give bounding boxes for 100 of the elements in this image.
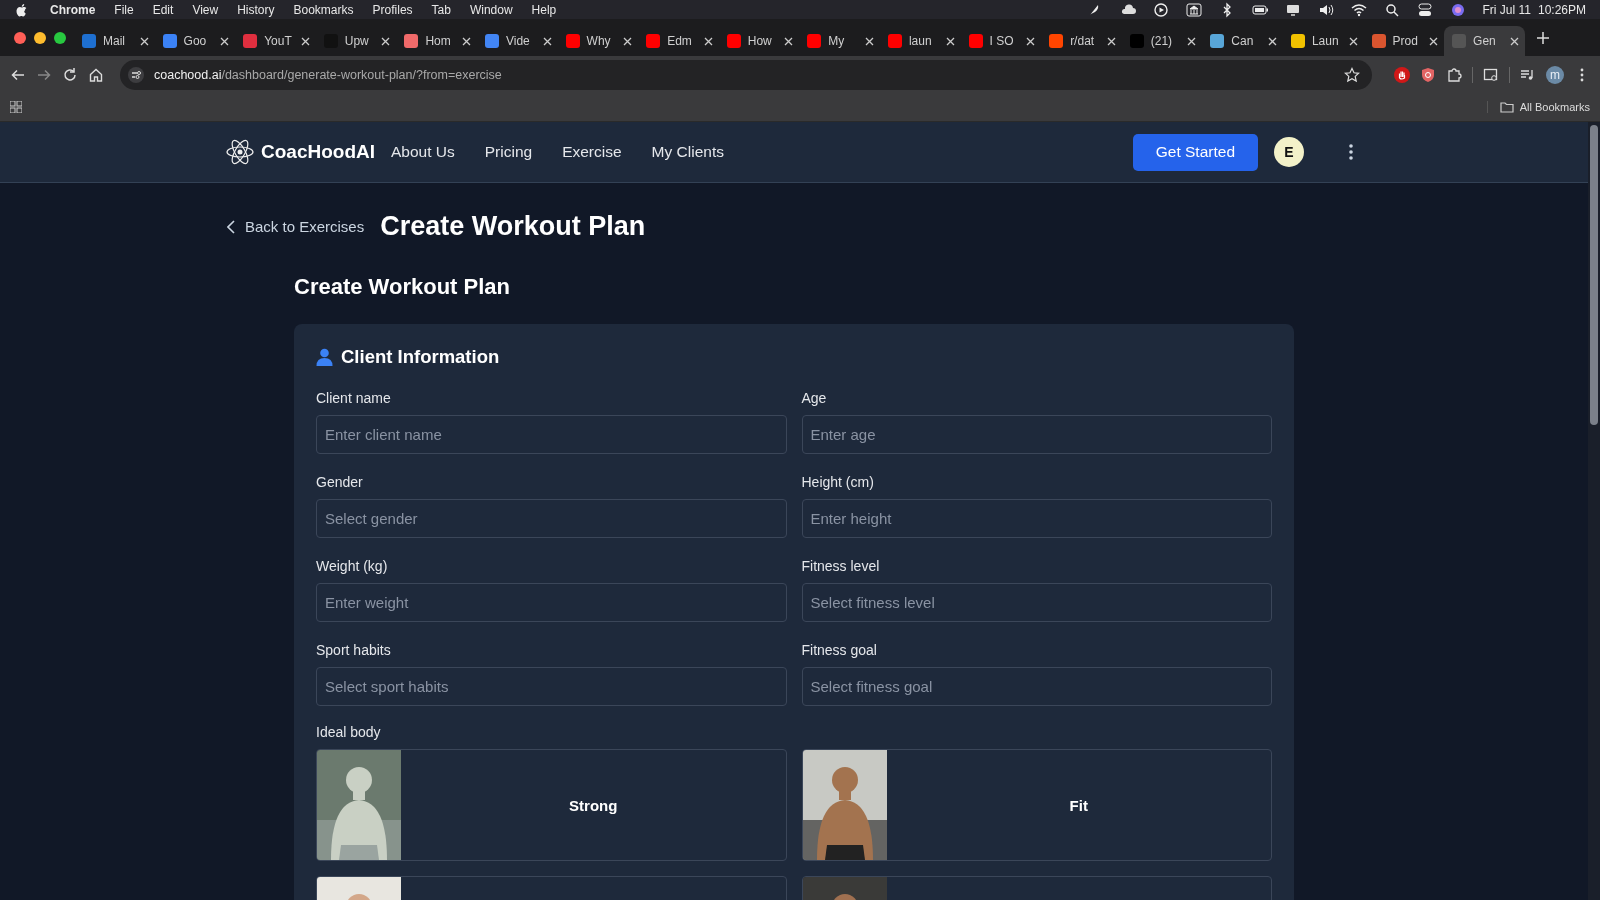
- nav-link[interactable]: Pricing: [484, 143, 533, 161]
- input-field[interactable]: Enter weight: [316, 583, 787, 622]
- browser-tab[interactable]: I SO: [960, 26, 1042, 56]
- toggle-icon[interactable]: [1416, 1, 1433, 18]
- more-icon[interactable]: [1349, 144, 1353, 160]
- input-field[interactable]: Select fitness goal: [801, 667, 1272, 706]
- brand-name[interactable]: CoacHoodAI: [261, 141, 375, 163]
- menu-bar-time[interactable]: 10:26PM: [1537, 2, 1586, 17]
- menu-item[interactable]: History: [237, 2, 275, 17]
- browser-tab[interactable]: Vide: [476, 26, 558, 56]
- nav-link[interactable]: My Clients: [651, 143, 724, 161]
- menu-item[interactable]: Bookmarks: [293, 2, 354, 17]
- option-card[interactable]: Fit: [801, 749, 1272, 861]
- close-icon[interactable]: [784, 36, 794, 46]
- close-window-button[interactable]: [14, 31, 26, 44]
- tab-search-icon[interactable]: [1483, 66, 1499, 83]
- close-icon[interactable]: [1187, 36, 1197, 46]
- close-icon[interactable]: [381, 36, 391, 46]
- user-avatar[interactable]: E: [1274, 137, 1304, 167]
- favicon-icon: [887, 34, 902, 48]
- browser-tab[interactable]: Upw: [315, 26, 397, 56]
- nav-link[interactable]: Exercise: [562, 143, 622, 161]
- input-field[interactable]: Select gender: [316, 499, 787, 538]
- close-icon[interactable]: [945, 36, 955, 46]
- play-icon[interactable]: [1152, 1, 1169, 18]
- close-icon[interactable]: [300, 36, 310, 46]
- shield-icon[interactable]: [1420, 66, 1436, 83]
- menu-item[interactable]: Window: [469, 2, 513, 17]
- scrollbar[interactable]: [1588, 122, 1600, 900]
- browser-tab[interactable]: r/dat: [1041, 26, 1122, 56]
- browser-tab[interactable]: Edm: [638, 26, 719, 56]
- close-icon[interactable]: [1429, 36, 1439, 46]
- browser-tab[interactable]: Can: [1202, 26, 1283, 56]
- input-field[interactable]: Enter client name: [316, 415, 787, 454]
- field-label: Client name: [316, 390, 392, 406]
- atom-icon[interactable]: [225, 137, 255, 167]
- input-field[interactable]: Select fitness level: [801, 583, 1272, 622]
- menu-item[interactable]: Edit: [152, 2, 174, 17]
- reload-icon[interactable]: [62, 66, 78, 83]
- menu-item[interactable]: View: [192, 2, 219, 17]
- input-field[interactable]: Enter height: [801, 499, 1272, 538]
- app-menu[interactable]: Chrome: [50, 2, 96, 17]
- browser-tab[interactable]: Mail: [74, 26, 155, 56]
- close-icon[interactable]: [864, 36, 874, 46]
- browser-tab[interactable]: (21): [1121, 26, 1203, 56]
- browser-tab[interactable]: Prod: [1363, 26, 1445, 56]
- close-icon[interactable]: [139, 36, 149, 46]
- bookmark-link[interactable]: All Bookmarks: [1519, 101, 1590, 113]
- apps-grid-icon[interactable]: [10, 101, 22, 113]
- close-icon[interactable]: [1026, 36, 1036, 46]
- close-icon[interactable]: [1267, 36, 1277, 46]
- favicon-icon: [1129, 34, 1144, 48]
- zoom-window-button[interactable]: [54, 31, 66, 44]
- browser-tab[interactable]: How: [718, 26, 800, 56]
- scrollbar-thumb[interactable]: [1590, 125, 1598, 425]
- star-icon[interactable]: [1344, 66, 1360, 83]
- search-icon[interactable]: [1383, 1, 1400, 18]
- field-label: Weight (kg): [316, 558, 389, 574]
- close-icon[interactable]: [542, 36, 552, 46]
- browser-tab[interactable]: Gen: [1444, 26, 1525, 56]
- puzzle-icon[interactable]: [1446, 66, 1462, 83]
- close-icon[interactable]: [220, 36, 230, 46]
- input-field[interactable]: Select sport habits: [316, 667, 787, 706]
- minimize-window-button[interactable]: [34, 31, 46, 44]
- museum-icon[interactable]: [1185, 1, 1202, 18]
- new-tab-icon[interactable]: [1536, 31, 1549, 44]
- orb-icon[interactable]: [1449, 1, 1466, 18]
- browser-tab[interactable]: Hom: [396, 26, 477, 56]
- back-link[interactable]: Back to Exercises: [227, 218, 365, 235]
- folder-icon[interactable]: [1499, 101, 1514, 113]
- browser-tab[interactable]: laun: [879, 26, 961, 56]
- home-icon[interactable]: [88, 66, 104, 83]
- close-icon[interactable]: [1348, 36, 1358, 46]
- menu-item[interactable]: Profiles: [372, 2, 413, 17]
- menu-bar-date[interactable]: Fri Jul 11: [1482, 2, 1531, 17]
- menu-item[interactable]: File: [114, 2, 134, 17]
- field-label: Age: [801, 390, 828, 406]
- card-heading: Client Information: [341, 346, 500, 368]
- menu-item[interactable]: Tab: [431, 2, 451, 17]
- close-icon[interactable]: [1509, 36, 1519, 46]
- address-bar[interactable]: coachood.ai/dashboard/generate-workout-plan/?from=exercise: [120, 59, 1372, 90]
- close-icon[interactable]: [461, 36, 471, 46]
- get-started-button[interactable]: Get Started: [1132, 133, 1258, 171]
- close-icon[interactable]: [1106, 36, 1116, 46]
- browser-tab[interactable]: Why: [557, 26, 639, 56]
- nav-link[interactable]: About Us: [391, 143, 455, 161]
- site-settings-icon[interactable]: [128, 66, 144, 83]
- apple-icon[interactable]: [16, 2, 28, 17]
- menu-item[interactable]: Help: [531, 2, 557, 17]
- browser-tab[interactable]: Laun: [1282, 26, 1364, 56]
- browser-tab[interactable]: Goo: [154, 26, 236, 56]
- wifi-icon[interactable]: [1350, 1, 1367, 18]
- close-icon[interactable]: [623, 36, 633, 46]
- close-icon[interactable]: [703, 36, 713, 46]
- input-field[interactable]: Enter age: [801, 415, 1272, 454]
- field-label: Gender: [316, 474, 364, 490]
- hand-icon[interactable]: [1394, 66, 1410, 83]
- option-card[interactable]: Strong: [316, 749, 787, 861]
- browser-tab[interactable]: YouT: [235, 26, 316, 56]
- browser-tab[interactable]: My: [799, 26, 880, 56]
